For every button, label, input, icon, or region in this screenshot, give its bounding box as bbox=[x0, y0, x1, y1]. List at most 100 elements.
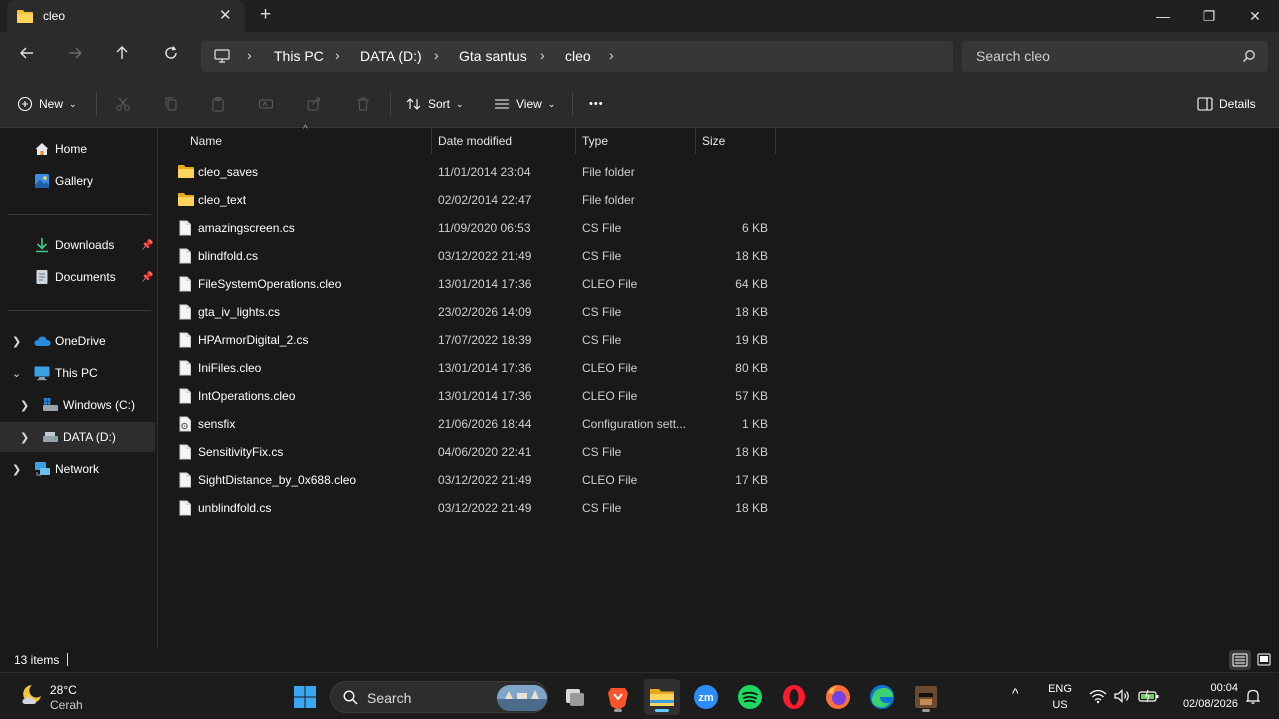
file-row[interactable]: cleo_saves 11/01/2014 23:04 File folder bbox=[160, 158, 775, 186]
forward-button[interactable] bbox=[63, 44, 87, 68]
restore-button[interactable]: ❐ bbox=[1186, 4, 1232, 28]
chevron-right-icon[interactable]: ❯ bbox=[20, 431, 29, 444]
file-row[interactable]: sensfix 21/06/2026 18:44 Configuration set… bbox=[160, 410, 775, 438]
sidebar-item-network[interactable]: ❯ Network bbox=[0, 454, 155, 484]
breadcrumb-separator[interactable]: › bbox=[335, 47, 340, 63]
file-type: Configuration sett... bbox=[582, 417, 687, 431]
sort-button[interactable]: Sort ⌄ bbox=[406, 94, 464, 114]
more-options-button[interactable]: ••• bbox=[589, 94, 604, 114]
breadcrumb-cleo[interactable]: cleo bbox=[565, 48, 591, 64]
sidebar-item-gallery[interactable]: Gallery bbox=[0, 166, 155, 196]
language-top[interactable]: ENG bbox=[1045, 683, 1075, 695]
sidebar-label: Gallery bbox=[55, 174, 94, 188]
sidebar-item-this-pc[interactable]: ⌄ This PC bbox=[0, 358, 155, 388]
chevron-right-icon[interactable]: ❯ bbox=[20, 399, 29, 412]
chevron-down-icon[interactable]: ⌄ bbox=[12, 367, 21, 380]
game-app[interactable] bbox=[908, 679, 944, 715]
details-view-toggle[interactable] bbox=[1229, 650, 1251, 670]
share-button[interactable] bbox=[306, 94, 322, 114]
column-divider[interactable] bbox=[431, 128, 432, 154]
up-button[interactable] bbox=[110, 44, 134, 68]
battery-icon[interactable] bbox=[1138, 688, 1160, 707]
file-size: 18 KB bbox=[735, 305, 768, 319]
language-bottom[interactable]: US bbox=[1045, 699, 1075, 711]
file-row[interactable]: amazingscreen.cs 11/09/2020 06:53 CS File 6… bbox=[160, 214, 775, 242]
file-row[interactable]: SensitivityFix.cs 04/06/2020 22:41 CS File… bbox=[160, 438, 775, 466]
copy-button[interactable] bbox=[163, 94, 179, 114]
paste-button[interactable] bbox=[210, 94, 226, 114]
close-tab-button[interactable]: ✕ bbox=[219, 6, 232, 24]
chevron-right-icon[interactable]: ❯ bbox=[12, 335, 21, 348]
column-divider[interactable] bbox=[775, 128, 776, 154]
file-row[interactable]: HPArmorDigital_2.cs 17/07/2022 18:39 CS Fi… bbox=[160, 326, 775, 354]
file-icon bbox=[178, 276, 192, 295]
spotify-app[interactable] bbox=[732, 679, 768, 715]
column-divider[interactable] bbox=[695, 128, 696, 154]
breadcrumb-separator[interactable]: › bbox=[609, 47, 614, 63]
breadcrumb-separator[interactable]: › bbox=[247, 47, 252, 63]
new-button[interactable]: New ⌄ bbox=[17, 94, 77, 114]
start-button[interactable] bbox=[287, 679, 323, 715]
search-input[interactable]: Search cleo bbox=[962, 41, 1268, 72]
new-tab-button[interactable]: + bbox=[260, 4, 271, 26]
file-type: CLEO File bbox=[582, 277, 638, 291]
sidebar-item-windows-c[interactable]: ❯ Windows (C:) bbox=[0, 390, 155, 420]
sidebar-item-downloads[interactable]: Downloads 📌 bbox=[0, 230, 155, 260]
refresh-button[interactable] bbox=[159, 44, 183, 68]
arrow-left-icon bbox=[20, 47, 33, 59]
file-row[interactable]: IntOperations.cleo 13/01/2014 17:36 CLEO F… bbox=[160, 382, 775, 410]
opera-app[interactable] bbox=[776, 679, 812, 715]
brave-app[interactable] bbox=[600, 679, 636, 715]
clock-date[interactable]: 02/08/2026 bbox=[1168, 698, 1238, 710]
breadcrumb-gta-santus[interactable]: Gta santus bbox=[459, 48, 527, 64]
folder-icon bbox=[178, 192, 194, 209]
delete-button[interactable] bbox=[355, 94, 371, 114]
address-bar[interactable]: › This PC › DATA (D:) › Gta santus › cle… bbox=[201, 41, 953, 72]
volume-icon[interactable] bbox=[1113, 688, 1131, 707]
chevron-right-icon[interactable]: ❯ bbox=[12, 463, 21, 476]
file-row[interactable]: cleo_text 02/02/2014 22:47 File folder bbox=[160, 186, 775, 214]
notification-bell-icon[interactable] bbox=[1245, 688, 1261, 707]
file-row[interactable]: FileSystemOperations.cleo 13/01/2014 17:3… bbox=[160, 270, 775, 298]
file-size: 1 KB bbox=[741, 417, 768, 431]
clock-time[interactable]: 00:04 bbox=[1168, 682, 1238, 694]
column-header-size[interactable]: Size bbox=[702, 134, 725, 154]
breadcrumb-this-pc[interactable]: This PC bbox=[274, 48, 324, 64]
column-divider[interactable] bbox=[575, 128, 576, 154]
minimize-button[interactable]: — bbox=[1140, 4, 1186, 28]
column-header-date[interactable]: Date modified bbox=[438, 134, 512, 154]
wifi-icon[interactable] bbox=[1089, 688, 1107, 707]
file-row[interactable]: unblindfold.cs 03/12/2022 21:49 CS File 18 … bbox=[160, 494, 775, 522]
zoom-app[interactable]: zm bbox=[688, 679, 724, 715]
breadcrumb-data-d[interactable]: DATA (D:) bbox=[360, 48, 422, 64]
firefox-app[interactable] bbox=[820, 679, 856, 715]
file-row[interactable]: blindfold.cs 03/12/2022 21:49 CS File 18 KB bbox=[160, 242, 775, 270]
tab-cleo[interactable]: cleo ✕ bbox=[7, 0, 245, 32]
sidebar-item-documents[interactable]: Documents 📌 bbox=[0, 262, 155, 292]
cut-button[interactable] bbox=[115, 94, 131, 114]
sidebar-label: Home bbox=[55, 142, 88, 156]
task-view-button[interactable] bbox=[557, 679, 593, 715]
file-row[interactable]: gta_iv_lights.cs 23/02/2026 14:09 CS File 1… bbox=[160, 298, 775, 326]
close-window-button[interactable]: ✕ bbox=[1232, 4, 1278, 28]
taskbar-search[interactable]: Search bbox=[330, 681, 548, 713]
running-indicator bbox=[922, 709, 930, 712]
file-explorer-app[interactable] bbox=[644, 679, 680, 715]
show-hidden-icons-button[interactable]: ^ bbox=[1012, 685, 1019, 701]
weather-widget[interactable]: 28°C Cerah bbox=[10, 673, 100, 719]
sidebar-item-onedrive[interactable]: ❯ OneDrive bbox=[0, 326, 155, 356]
breadcrumb-separator[interactable]: › bbox=[434, 47, 439, 63]
breadcrumb-separator[interactable]: › bbox=[540, 47, 545, 63]
column-header-name[interactable]: Name bbox=[190, 134, 222, 154]
back-button[interactable] bbox=[15, 44, 39, 68]
details-button[interactable]: Details bbox=[1197, 94, 1256, 114]
rename-button[interactable] bbox=[258, 94, 274, 114]
file-row[interactable]: SightDistance_by_0x688.cleo 03/12/2022 21… bbox=[160, 466, 775, 494]
sidebar-item-data-d[interactable]: ❯ DATA (D:) bbox=[0, 422, 155, 452]
sidebar-item-home[interactable]: Home bbox=[0, 134, 155, 164]
tiles-view-toggle[interactable] bbox=[1253, 650, 1275, 670]
view-button[interactable]: View ⌄ bbox=[494, 94, 555, 114]
edge-app[interactable] bbox=[864, 679, 900, 715]
column-header-type[interactable]: Type bbox=[582, 134, 608, 154]
file-row[interactable]: IniFiles.cleo 13/01/2014 17:36 CLEO File 80… bbox=[160, 354, 775, 382]
